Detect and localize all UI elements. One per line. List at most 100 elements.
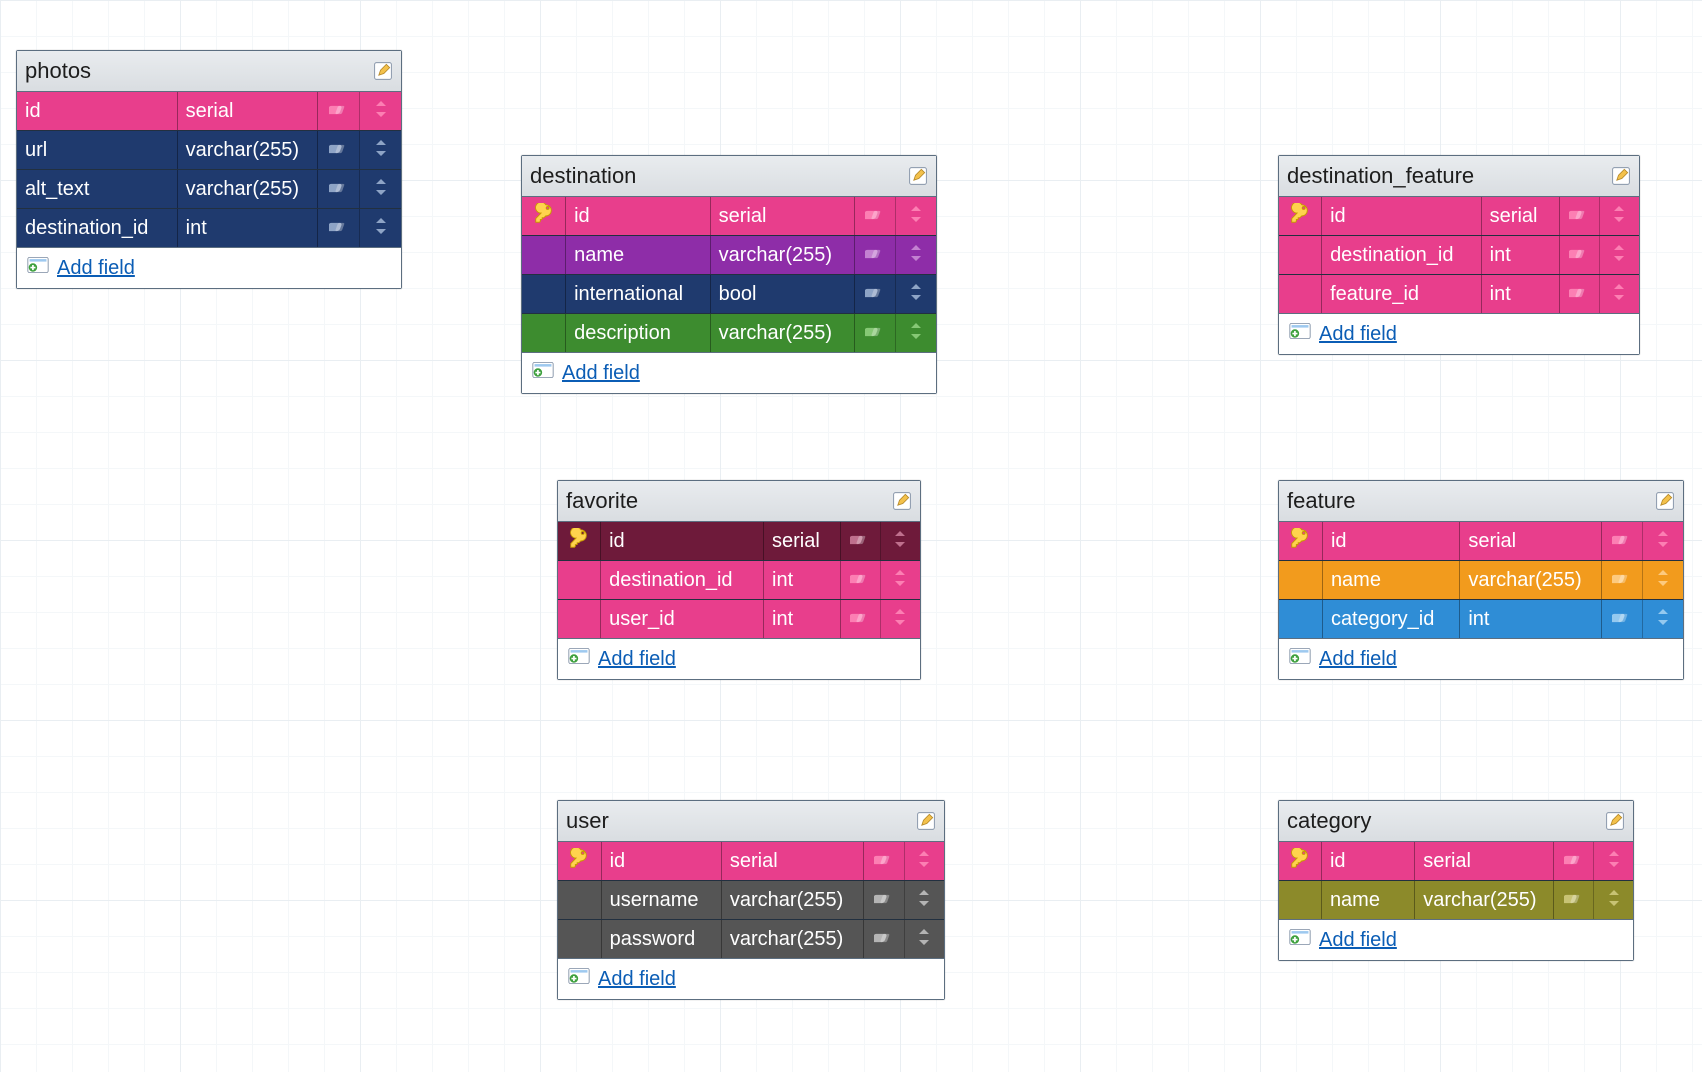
eraser-icon[interactable] [1612,609,1632,629]
sort-icon[interactable] [893,569,907,591]
sort-icon[interactable] [909,322,923,344]
sort-icon[interactable] [1607,850,1621,872]
eraser-icon[interactable] [874,851,894,871]
eraser-icon[interactable] [329,140,349,160]
field-row[interactable]: idserial [1279,197,1639,236]
edit-table-icon[interactable] [908,166,928,186]
add-field-link[interactable]: Add field [1319,648,1397,671]
field-row[interactable]: category_idint [1279,600,1683,639]
table-favorite[interactable]: favoriteidserialdestination_idintuser_id… [557,480,921,680]
sort-icon[interactable] [374,178,388,200]
eraser-icon[interactable] [329,218,349,238]
table-feature[interactable]: featureidserialnamevarchar(255)category_… [1278,480,1684,680]
sort-icon[interactable] [1612,205,1626,227]
table-header[interactable]: photos [17,51,401,92]
eraser-icon[interactable] [865,245,885,265]
sort-icon[interactable] [909,244,923,266]
eraser-icon[interactable] [850,570,870,590]
eraser-icon[interactable] [1569,206,1589,226]
add-field-link[interactable]: Add field [57,257,135,280]
add-field-link[interactable]: Add field [1319,323,1397,346]
add-field-link[interactable]: Add field [1319,929,1397,952]
eraser-icon[interactable] [329,101,349,121]
eraser-icon[interactable] [850,531,870,551]
field-row[interactable]: namevarchar(255) [1279,881,1633,920]
eraser-icon[interactable] [1612,531,1632,551]
eraser-icon[interactable] [1569,284,1589,304]
field-row[interactable]: alt_textvarchar(255) [17,170,401,209]
edit-table-icon[interactable] [1605,811,1625,831]
sort-icon[interactable] [917,889,931,911]
table-header[interactable]: category [1279,801,1633,842]
add-field-icon[interactable] [27,256,49,280]
eraser-icon[interactable] [874,929,894,949]
sort-icon[interactable] [1656,530,1670,552]
edit-table-icon[interactable] [916,811,936,831]
add-field-link[interactable]: Add field [598,968,676,991]
field-row[interactable]: urlvarchar(255) [17,131,401,170]
add-field-link[interactable]: Add field [598,648,676,671]
eraser-icon[interactable] [865,284,885,304]
field-row[interactable]: idserial [558,522,920,561]
sort-icon[interactable] [893,608,907,630]
eraser-icon[interactable] [865,206,885,226]
field-row[interactable]: idserial [17,92,401,131]
field-row[interactable]: destination_idint [1279,236,1639,275]
edit-table-icon[interactable] [373,61,393,81]
sort-icon[interactable] [1612,244,1626,266]
table-category[interactable]: categoryidserialnamevarchar(255) Add fiel… [1278,800,1634,961]
eraser-icon[interactable] [1569,245,1589,265]
field-row[interactable]: idserial [522,197,936,236]
sort-icon[interactable] [1656,569,1670,591]
sort-icon[interactable] [1612,283,1626,305]
table-header[interactable]: feature [1279,481,1683,522]
eraser-icon[interactable] [1564,851,1584,871]
add-field-icon[interactable] [568,967,590,991]
sort-icon[interactable] [1656,608,1670,630]
table-destination[interactable]: destinationidserialnamevarchar(255)inter… [521,155,937,394]
field-row[interactable]: user_idint [558,600,920,639]
table-header[interactable]: user [558,801,944,842]
field-row[interactable]: namevarchar(255) [522,236,936,275]
field-row[interactable]: idserial [558,842,944,881]
eraser-icon[interactable] [1612,570,1632,590]
field-row[interactable]: idserial [1279,522,1683,561]
add-field-link[interactable]: Add field [562,362,640,385]
sort-icon[interactable] [893,530,907,552]
add-field-icon[interactable] [568,647,590,671]
field-row[interactable]: idserial [1279,842,1633,881]
edit-table-icon[interactable] [892,491,912,511]
field-row[interactable]: usernamevarchar(255) [558,881,944,920]
eraser-icon[interactable] [850,609,870,629]
edit-table-icon[interactable] [1655,491,1675,511]
table-header[interactable]: favorite [558,481,920,522]
sort-icon[interactable] [374,139,388,161]
sort-icon[interactable] [1607,889,1621,911]
sort-icon[interactable] [917,928,931,950]
table-destination_feature[interactable]: destination_featureidserialdestination_i… [1278,155,1640,355]
sort-icon[interactable] [917,850,931,872]
eraser-icon[interactable] [865,323,885,343]
table-user[interactable]: useridserialusernamevarchar(255)password… [557,800,945,1000]
sort-icon[interactable] [909,283,923,305]
sort-icon[interactable] [374,217,388,239]
table-photos[interactable]: photosidserialurlvarchar(255)alt_textvar… [16,50,402,289]
eraser-icon[interactable] [874,890,894,910]
add-field-icon[interactable] [532,361,554,385]
table-header[interactable]: destination [522,156,936,197]
add-field-icon[interactable] [1289,928,1311,952]
eraser-icon[interactable] [329,179,349,199]
table-header[interactable]: destination_feature [1279,156,1639,197]
sort-icon[interactable] [374,100,388,122]
field-row[interactable]: passwordvarchar(255) [558,920,944,959]
eraser-icon[interactable] [1564,890,1584,910]
add-field-icon[interactable] [1289,647,1311,671]
field-row[interactable]: descriptionvarchar(255) [522,314,936,353]
field-row[interactable]: destination_idint [17,209,401,248]
field-row[interactable]: feature_idint [1279,275,1639,314]
field-row[interactable]: internationalbool [522,275,936,314]
add-field-icon[interactable] [1289,322,1311,346]
field-row[interactable]: namevarchar(255) [1279,561,1683,600]
field-row[interactable]: destination_idint [558,561,920,600]
sort-icon[interactable] [909,205,923,227]
